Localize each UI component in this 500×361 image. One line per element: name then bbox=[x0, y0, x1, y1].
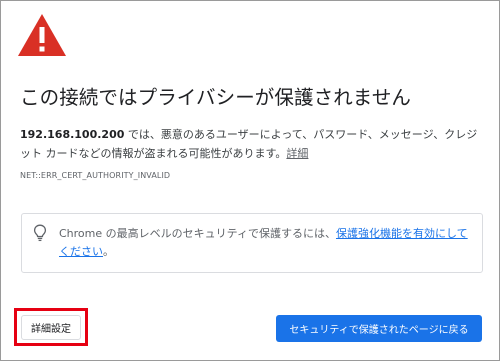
error-code: NET::ERR_CERT_AUTHORITY_INVALID bbox=[20, 171, 171, 180]
lightbulb-icon bbox=[33, 224, 47, 242]
page-title: この接続ではプライバシーが保護されません bbox=[20, 86, 412, 109]
annotation-highlight-box bbox=[14, 308, 88, 346]
tip-suffix: 。 bbox=[103, 245, 114, 258]
tip-text: Chrome の最高レベルのセキュリティで保護するには、保護強化機能を有効にして… bbox=[59, 225, 477, 261]
back-to-safety-button[interactable]: セキュリティで保護されたページに戻る bbox=[276, 315, 482, 342]
warning-triangle-icon bbox=[18, 14, 66, 56]
host-address: 192.168.100.200 bbox=[20, 128, 125, 141]
enhanced-protection-tip: Chrome の最高レベルのセキュリティで保護するには、保護強化機能を有効にして… bbox=[21, 213, 483, 273]
warning-description: 192.168.100.200 では、悪意のあるユーザーによって、パスワード、メ… bbox=[20, 125, 482, 163]
browser-interstitial-page: この接続ではプライバシーが保護されません 192.168.100.200 では、… bbox=[0, 0, 500, 361]
tip-message: Chrome の最高レベルのセキュリティで保護するには、 bbox=[59, 227, 336, 240]
details-link[interactable]: 詳細 bbox=[286, 147, 308, 160]
